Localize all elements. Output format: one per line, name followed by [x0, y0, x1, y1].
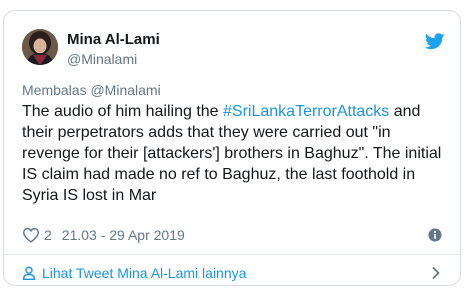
twitter-bird-icon[interactable] — [425, 33, 445, 50]
chevron-right-icon[interactable] — [431, 267, 441, 279]
more-tweets-link[interactable]: Lihat Tweet Mina Al-Lami lainnya — [22, 264, 246, 282]
avatar-image — [22, 29, 58, 65]
author-handle[interactable]: @Minalami — [67, 51, 137, 67]
divider — [4, 254, 460, 255]
tweet-card: Mina Al-Lami @Minalami Membalas @Minalam… — [3, 10, 461, 286]
like-count[interactable]: 2 — [44, 227, 52, 243]
tweet-text: The audio of him hailing the #SriLankaTe… — [22, 101, 442, 206]
hashtag-link[interactable]: #SriLankaTerrorAttacks — [223, 103, 389, 120]
timestamp[interactable]: 21.03 - 29 Apr 2019 — [62, 227, 185, 243]
tweet-text-part-1: The audio of him hailing the — [22, 103, 224, 120]
more-tweets-label[interactable]: Lihat Tweet Mina Al-Lami lainnya — [42, 265, 246, 281]
info-icon[interactable] — [428, 228, 442, 242]
person-icon — [22, 266, 36, 280]
author-name[interactable]: Mina Al-Lami — [67, 31, 160, 48]
reply-context[interactable]: Membalas @Minalami — [22, 82, 161, 98]
tweet-meta: 2 21.03 - 29 Apr 2019 — [22, 225, 185, 245]
avatar[interactable] — [22, 29, 58, 65]
heart-icon[interactable] — [22, 227, 40, 243]
